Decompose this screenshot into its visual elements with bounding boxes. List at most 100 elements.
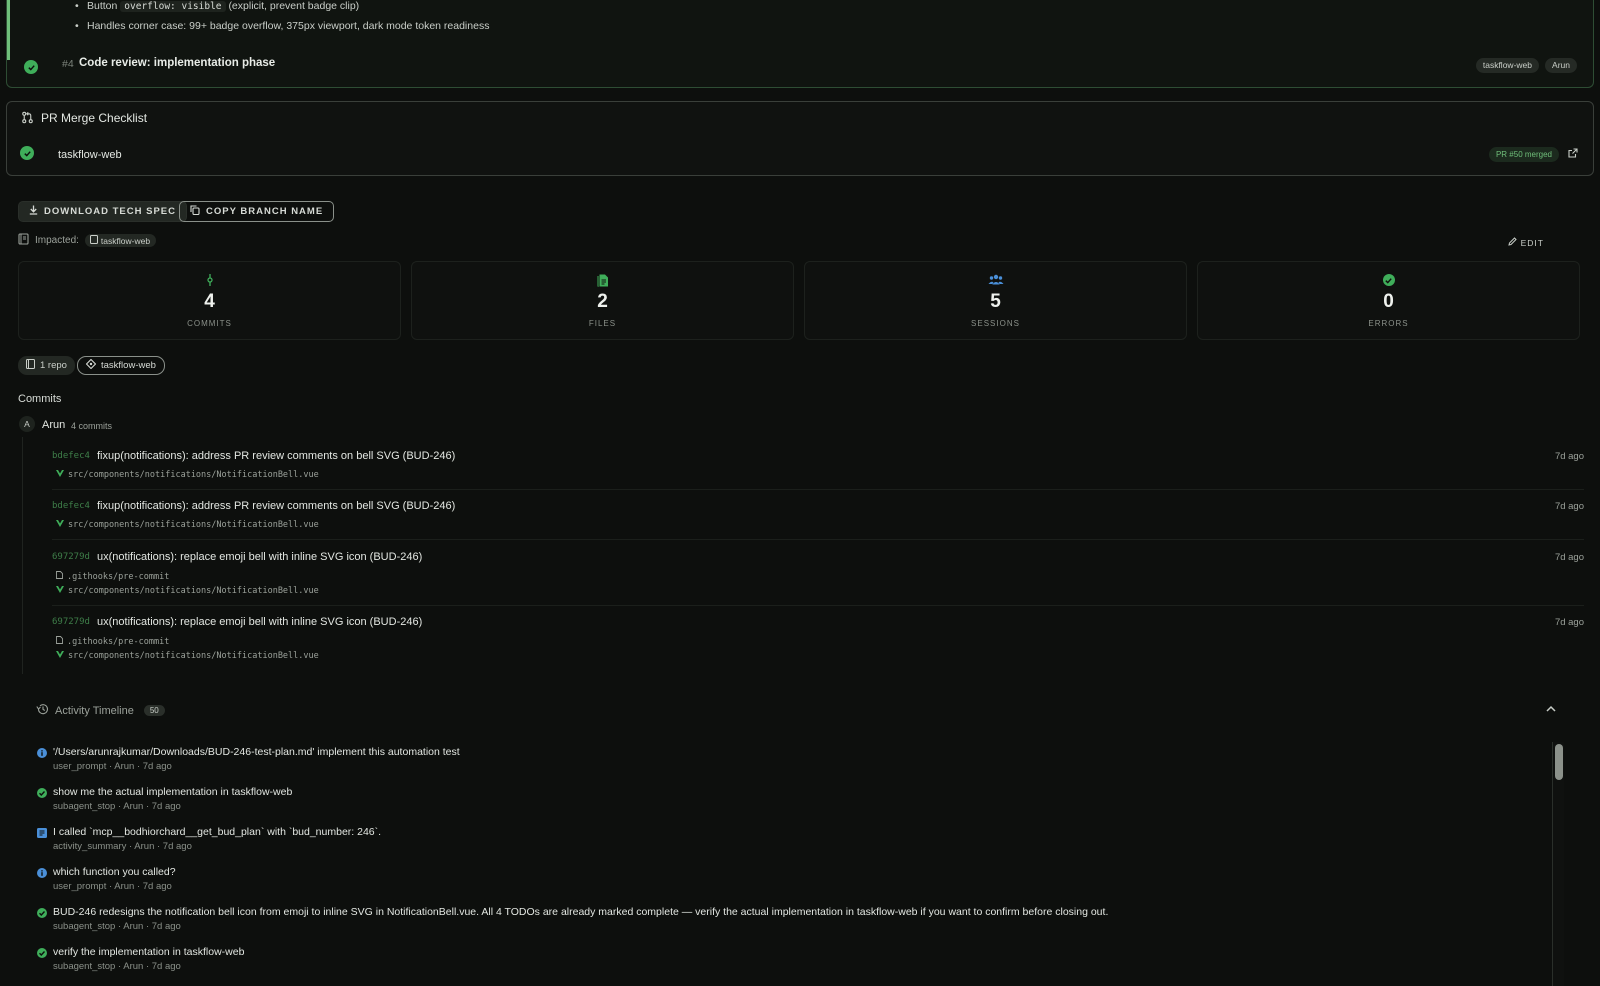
commit-message: ux(notifications): replace emoji bell wi… [97, 551, 423, 563]
stat-sessions: 5 SESSIONS [804, 261, 1187, 340]
file-icon [56, 571, 63, 582]
file-path: src/components/notifications/Notificatio… [68, 470, 319, 480]
impacted-label: Impacted: [35, 235, 79, 246]
repo-icon [89, 235, 98, 246]
check-circle-icon [1382, 274, 1395, 288]
stat-label: FILES [588, 319, 617, 328]
git-diamond-icon [85, 358, 97, 372]
event-meta: user_prompt · Arun · 7d ago [53, 761, 172, 772]
commit-file[interactable]: src/components/notifications/Notificatio… [56, 470, 319, 480]
stat-value: 2 [597, 291, 608, 312]
vue-file-icon [56, 520, 64, 530]
summary-icon [37, 828, 47, 841]
commit-time: 7d ago [1554, 552, 1584, 563]
external-link-icon[interactable] [1568, 148, 1578, 161]
impacted-repo-chip[interactable]: taskflow-web [84, 234, 157, 247]
stat-label: SESSIONS [971, 319, 1020, 328]
vue-file-icon [56, 651, 64, 661]
commit-tree-line [22, 437, 23, 674]
timeline-scrollbar[interactable] [1552, 742, 1564, 986]
users-icon [988, 274, 1003, 288]
divider [52, 605, 1584, 606]
commit-icon [206, 274, 214, 289]
event-text: which function you called? [53, 866, 176, 878]
event-count-badge: 50 [143, 705, 165, 716]
checklist-repo: taskflow-web [58, 149, 122, 161]
check-circle-icon [24, 60, 38, 74]
todo-number: #4 [62, 58, 74, 70]
inline-code: overflow: visible [120, 1, 226, 12]
repo-count-chip[interactable]: 1 repo [18, 356, 75, 375]
stat-label: ERRORS [1368, 319, 1409, 328]
button-label: DOWNLOAD TECH SPEC [44, 206, 176, 217]
file-icon [56, 636, 63, 647]
info-icon [37, 748, 47, 761]
commit-message: fixup(notifications): address PR review … [97, 450, 456, 462]
vue-file-icon [56, 586, 64, 596]
file-path: src/components/notifications/Notificatio… [68, 651, 319, 661]
author-commit-count: 4 commits [71, 421, 113, 431]
checklist-title: PR Merge Checklist [41, 111, 148, 125]
event-meta: subagent_stop · Arun · 7d ago [53, 801, 181, 812]
event-meta: subagent_stop · Arun · 7d ago [53, 921, 181, 932]
copy-branch-name-button[interactable]: COPY BRANCH NAME [179, 201, 335, 222]
assignee-tag: Arun [1545, 58, 1577, 73]
check-circle-icon [37, 908, 47, 921]
chip-label: taskflow-web [100, 235, 151, 246]
check-circle-icon [20, 146, 34, 160]
commit-time: 7d ago [1554, 451, 1584, 462]
pencil-icon [1507, 237, 1517, 248]
commit-file[interactable]: src/components/notifications/Notificatio… [56, 520, 319, 530]
repo-icon [26, 359, 35, 372]
todo-card: Button overflow: visible (explicit, prev… [6, 0, 1594, 88]
repo-tag: taskflow-web [1475, 58, 1539, 73]
event-text: show me the actual implementation in tas… [53, 786, 293, 798]
repo-book-icon [18, 233, 29, 248]
commit-sha[interactable]: 697279d [52, 617, 90, 627]
activity-timeline-header[interactable]: Activity Timeline 50 [36, 703, 165, 718]
file-path: src/components/notifications/Notificatio… [68, 520, 319, 530]
stat-files: 2 FILES [411, 261, 794, 340]
edit-button[interactable]: EDIT [1507, 237, 1544, 248]
todo-row[interactable]: #4 Code review: implementation phase tas… [7, 52, 1593, 80]
commit-sha[interactable]: bdefec4 [52, 451, 90, 461]
bullet-text: Button [87, 0, 118, 12]
vue-file-icon [56, 470, 64, 480]
impacted-repos: Impacted: taskflow-web [18, 233, 157, 248]
file-path: .githooks/pre-commit [67, 571, 170, 582]
commit-file[interactable]: .githooks/pre-commit [56, 636, 169, 647]
commit-sha[interactable]: bdefec4 [52, 501, 90, 511]
divider [52, 539, 1584, 540]
commit-file[interactable]: src/components/notifications/Notificatio… [56, 651, 319, 661]
stat-value: 4 [204, 291, 215, 312]
download-icon [29, 205, 38, 218]
commits-heading: Commits [18, 393, 62, 405]
pr-merge-checklist: PR Merge Checklist taskflow-web PR #50 m… [6, 101, 1594, 176]
file-path: .githooks/pre-commit [67, 636, 170, 647]
download-tech-spec-button[interactable]: DOWNLOAD TECH SPEC [18, 201, 187, 222]
timeline-title: Activity Timeline [55, 704, 134, 717]
event-text: I called `mcp__bodhiorchard__get_bud_pla… [53, 826, 382, 838]
commit-time: 7d ago [1554, 617, 1584, 628]
commit-sha[interactable]: 697279d [52, 552, 90, 562]
todo-detail-bullet: Button overflow: visible (explicit, prev… [75, 0, 360, 12]
file-icon [597, 274, 608, 290]
repo-filter-chip[interactable]: taskflow-web [77, 356, 165, 375]
commit-file[interactable]: src/components/notifications/Notificatio… [56, 586, 319, 596]
copy-icon [190, 205, 200, 218]
bullet-text: (explicit, prevent badge clip) [228, 0, 360, 12]
scrollbar-thumb[interactable] [1555, 744, 1563, 780]
info-icon [37, 868, 47, 881]
edit-label: EDIT [1520, 237, 1544, 248]
chip-label: 1 repo [40, 360, 67, 371]
chevron-up-icon[interactable] [1546, 703, 1556, 715]
chip-label: taskflow-web [101, 360, 156, 371]
stat-value: 0 [1383, 291, 1394, 312]
commit-file[interactable]: .githooks/pre-commit [56, 571, 169, 582]
todo-title: Code review: implementation phase [79, 57, 276, 69]
stat-errors: 0 ERRORS [1197, 261, 1580, 340]
todo-detail-bullet: Handles corner case: 99+ badge overflow,… [75, 20, 489, 32]
event-text: BUD-246 redesigns the notification bell … [53, 906, 1109, 918]
card-accent-rule [7, 0, 10, 60]
stat-label: COMMITS [187, 319, 232, 328]
